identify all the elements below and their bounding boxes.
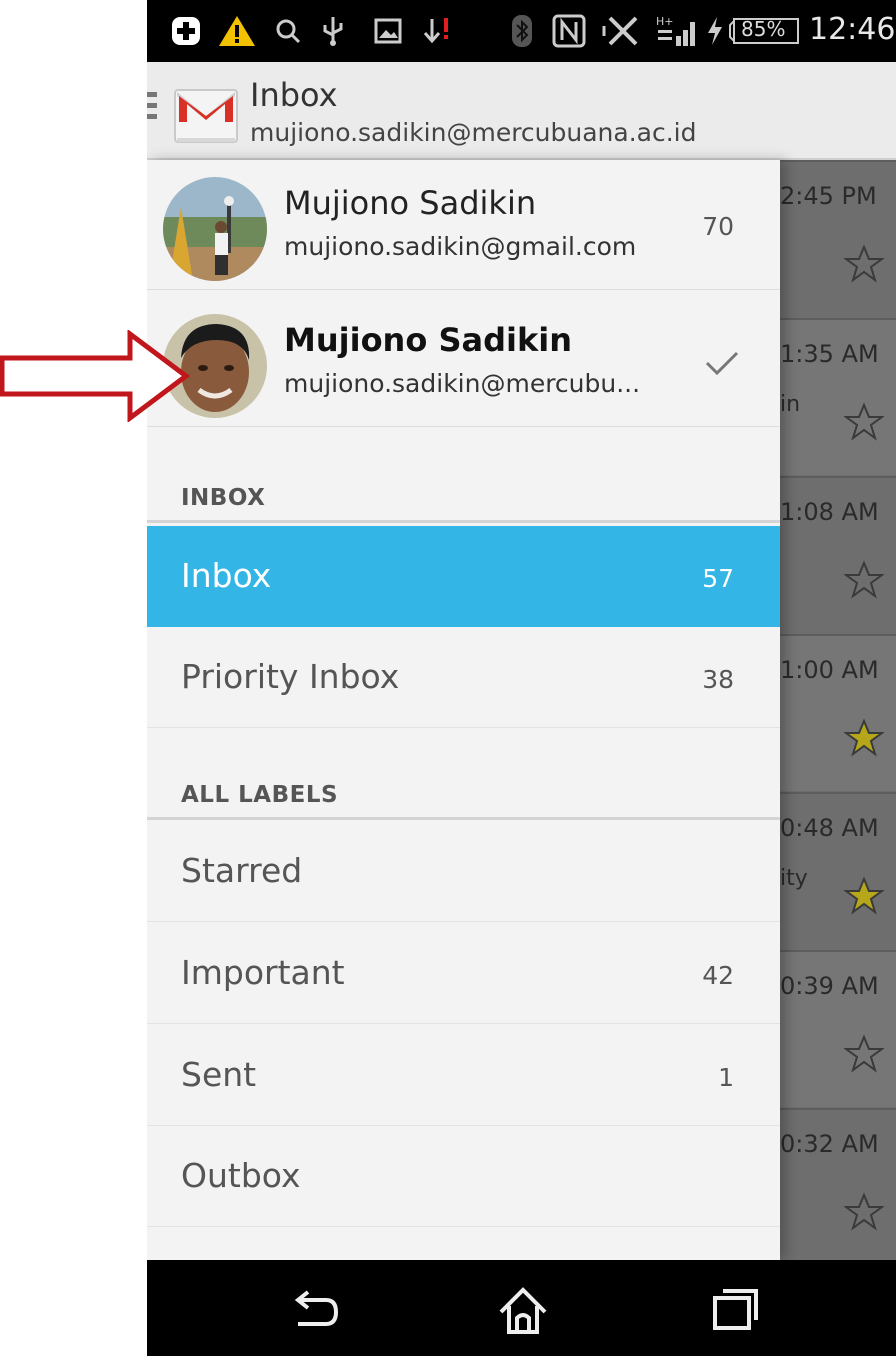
download-alert-icon bbox=[421, 14, 451, 48]
section-label: INBOX bbox=[181, 485, 266, 511]
action-bar-title: Inbox bbox=[250, 76, 338, 114]
status-bar: H+ 85% 12:46 bbox=[147, 0, 896, 62]
nfc-icon bbox=[551, 14, 587, 48]
message-row[interactable]: 1:35 AM in bbox=[780, 318, 896, 475]
star-outline-icon[interactable] bbox=[844, 1192, 884, 1232]
message-row[interactable]: 0:32 AM bbox=[780, 1108, 896, 1260]
section-header-all-labels: ALL LABELS bbox=[147, 774, 780, 820]
account-item-gmail[interactable]: Mujiono Sadikin mujiono.sadikin@gmail.co… bbox=[147, 160, 780, 290]
usb-icon bbox=[319, 14, 347, 48]
account-email: mujiono.sadikin@gmail.com bbox=[284, 232, 637, 261]
nav-item-important[interactable]: Important 42 bbox=[147, 923, 780, 1024]
message-time: 1:00 AM bbox=[780, 656, 879, 684]
star-filled-icon[interactable] bbox=[844, 718, 884, 758]
back-icon[interactable] bbox=[286, 1282, 342, 1338]
checkmark-icon bbox=[705, 351, 739, 376]
message-time: 0:32 AM bbox=[780, 1130, 879, 1158]
nav-item-priority-inbox[interactable]: Priority Inbox 38 bbox=[147, 627, 780, 728]
nav-item-inbox[interactable]: Inbox 57 bbox=[147, 526, 780, 627]
charging-icon bbox=[705, 14, 725, 48]
nav-item-count: 42 bbox=[702, 961, 734, 990]
message-time: 2:45 PM bbox=[780, 182, 877, 210]
message-row[interactable]: 0:39 AM bbox=[780, 950, 896, 1107]
screenshot-stage: H+ 85% 12:46 Inbox mujiono.sadikin@mercu… bbox=[0, 0, 896, 1356]
section-header-inbox: INBOX bbox=[147, 477, 780, 523]
bluetooth-icon bbox=[509, 14, 535, 48]
search-icon bbox=[273, 14, 303, 48]
clock: 12:46 bbox=[809, 12, 896, 47]
message-time: 0:48 AM bbox=[780, 814, 879, 842]
nav-item-label: Inbox bbox=[181, 556, 272, 595]
network-type: H+ bbox=[656, 15, 674, 28]
nav-item-label: Important bbox=[181, 953, 345, 992]
nav-item-count: 1 bbox=[718, 1063, 734, 1092]
recent-apps-icon[interactable] bbox=[707, 1282, 763, 1338]
message-row[interactable]: 0:48 AM ity bbox=[780, 792, 896, 949]
message-time: 0:39 AM bbox=[780, 972, 879, 1000]
navigation-drawer: Mujiono Sadikin mujiono.sadikin@gmail.co… bbox=[147, 160, 780, 1260]
message-row[interactable]: 1:00 AM bbox=[780, 634, 896, 791]
message-list-background: 2:45 PM 1:35 AM in 1:08 AM 1:00 AM 0:48 … bbox=[780, 160, 896, 1260]
annotation-arrow-icon bbox=[0, 330, 190, 422]
home-icon[interactable] bbox=[495, 1282, 551, 1338]
message-time: 1:08 AM bbox=[780, 498, 879, 526]
nav-item-label: Sent bbox=[181, 1055, 257, 1094]
vibrate-icon bbox=[601, 14, 641, 48]
action-bar: Inbox mujiono.sadikin@mercubuana.ac.id bbox=[147, 62, 896, 160]
account-email: mujiono.sadikin@mercubu... bbox=[284, 369, 641, 398]
battery-icon: 85% bbox=[727, 14, 801, 48]
account-name: Mujiono Sadikin bbox=[284, 321, 572, 359]
action-bar-subtitle: mujiono.sadikin@mercubuana.ac.id bbox=[250, 118, 697, 147]
message-row[interactable]: 1:08 AM bbox=[780, 476, 896, 633]
section-label: ALL LABELS bbox=[181, 782, 339, 808]
plus-icon bbox=[169, 14, 203, 48]
account-name: Mujiono Sadikin bbox=[284, 184, 537, 222]
account-item-mercubuana[interactable]: Mujiono Sadikin mujiono.sadikin@mercubu.… bbox=[147, 297, 780, 427]
account-unread-count: 70 bbox=[702, 212, 734, 241]
nav-item-label: Priority Inbox bbox=[181, 657, 400, 696]
drawer-indicator-icon[interactable] bbox=[147, 92, 157, 130]
nav-item-label: Outbox bbox=[181, 1156, 301, 1195]
nav-item-count: 57 bbox=[702, 564, 734, 593]
system-navigation-bar bbox=[147, 1260, 896, 1356]
star-outline-icon[interactable] bbox=[844, 1034, 884, 1074]
warning-icon bbox=[217, 14, 257, 48]
nav-item-starred[interactable]: Starred bbox=[147, 821, 780, 922]
message-row[interactable]: 2:45 PM bbox=[780, 160, 896, 317]
star-outline-icon[interactable] bbox=[844, 244, 884, 284]
star-outline-icon[interactable] bbox=[844, 560, 884, 600]
message-snippet: ity bbox=[780, 866, 808, 891]
phone-screen: H+ 85% 12:46 Inbox mujiono.sadikin@mercu… bbox=[147, 0, 896, 1356]
message-snippet: in bbox=[780, 392, 801, 417]
nav-item-outbox[interactable]: Outbox bbox=[147, 1126, 780, 1227]
nav-item-label: Starred bbox=[181, 851, 303, 890]
star-filled-icon[interactable] bbox=[844, 876, 884, 916]
signal-icon: H+ bbox=[655, 14, 701, 48]
star-outline-icon[interactable] bbox=[844, 402, 884, 442]
message-time: 1:35 AM bbox=[780, 340, 879, 368]
nav-item-sent[interactable]: Sent 1 bbox=[147, 1025, 780, 1126]
battery-percent: 85% bbox=[741, 17, 786, 41]
avatar bbox=[163, 177, 267, 281]
nav-item-count: 38 bbox=[702, 665, 734, 694]
image-icon bbox=[373, 14, 403, 48]
gmail-logo-icon[interactable] bbox=[173, 76, 239, 146]
